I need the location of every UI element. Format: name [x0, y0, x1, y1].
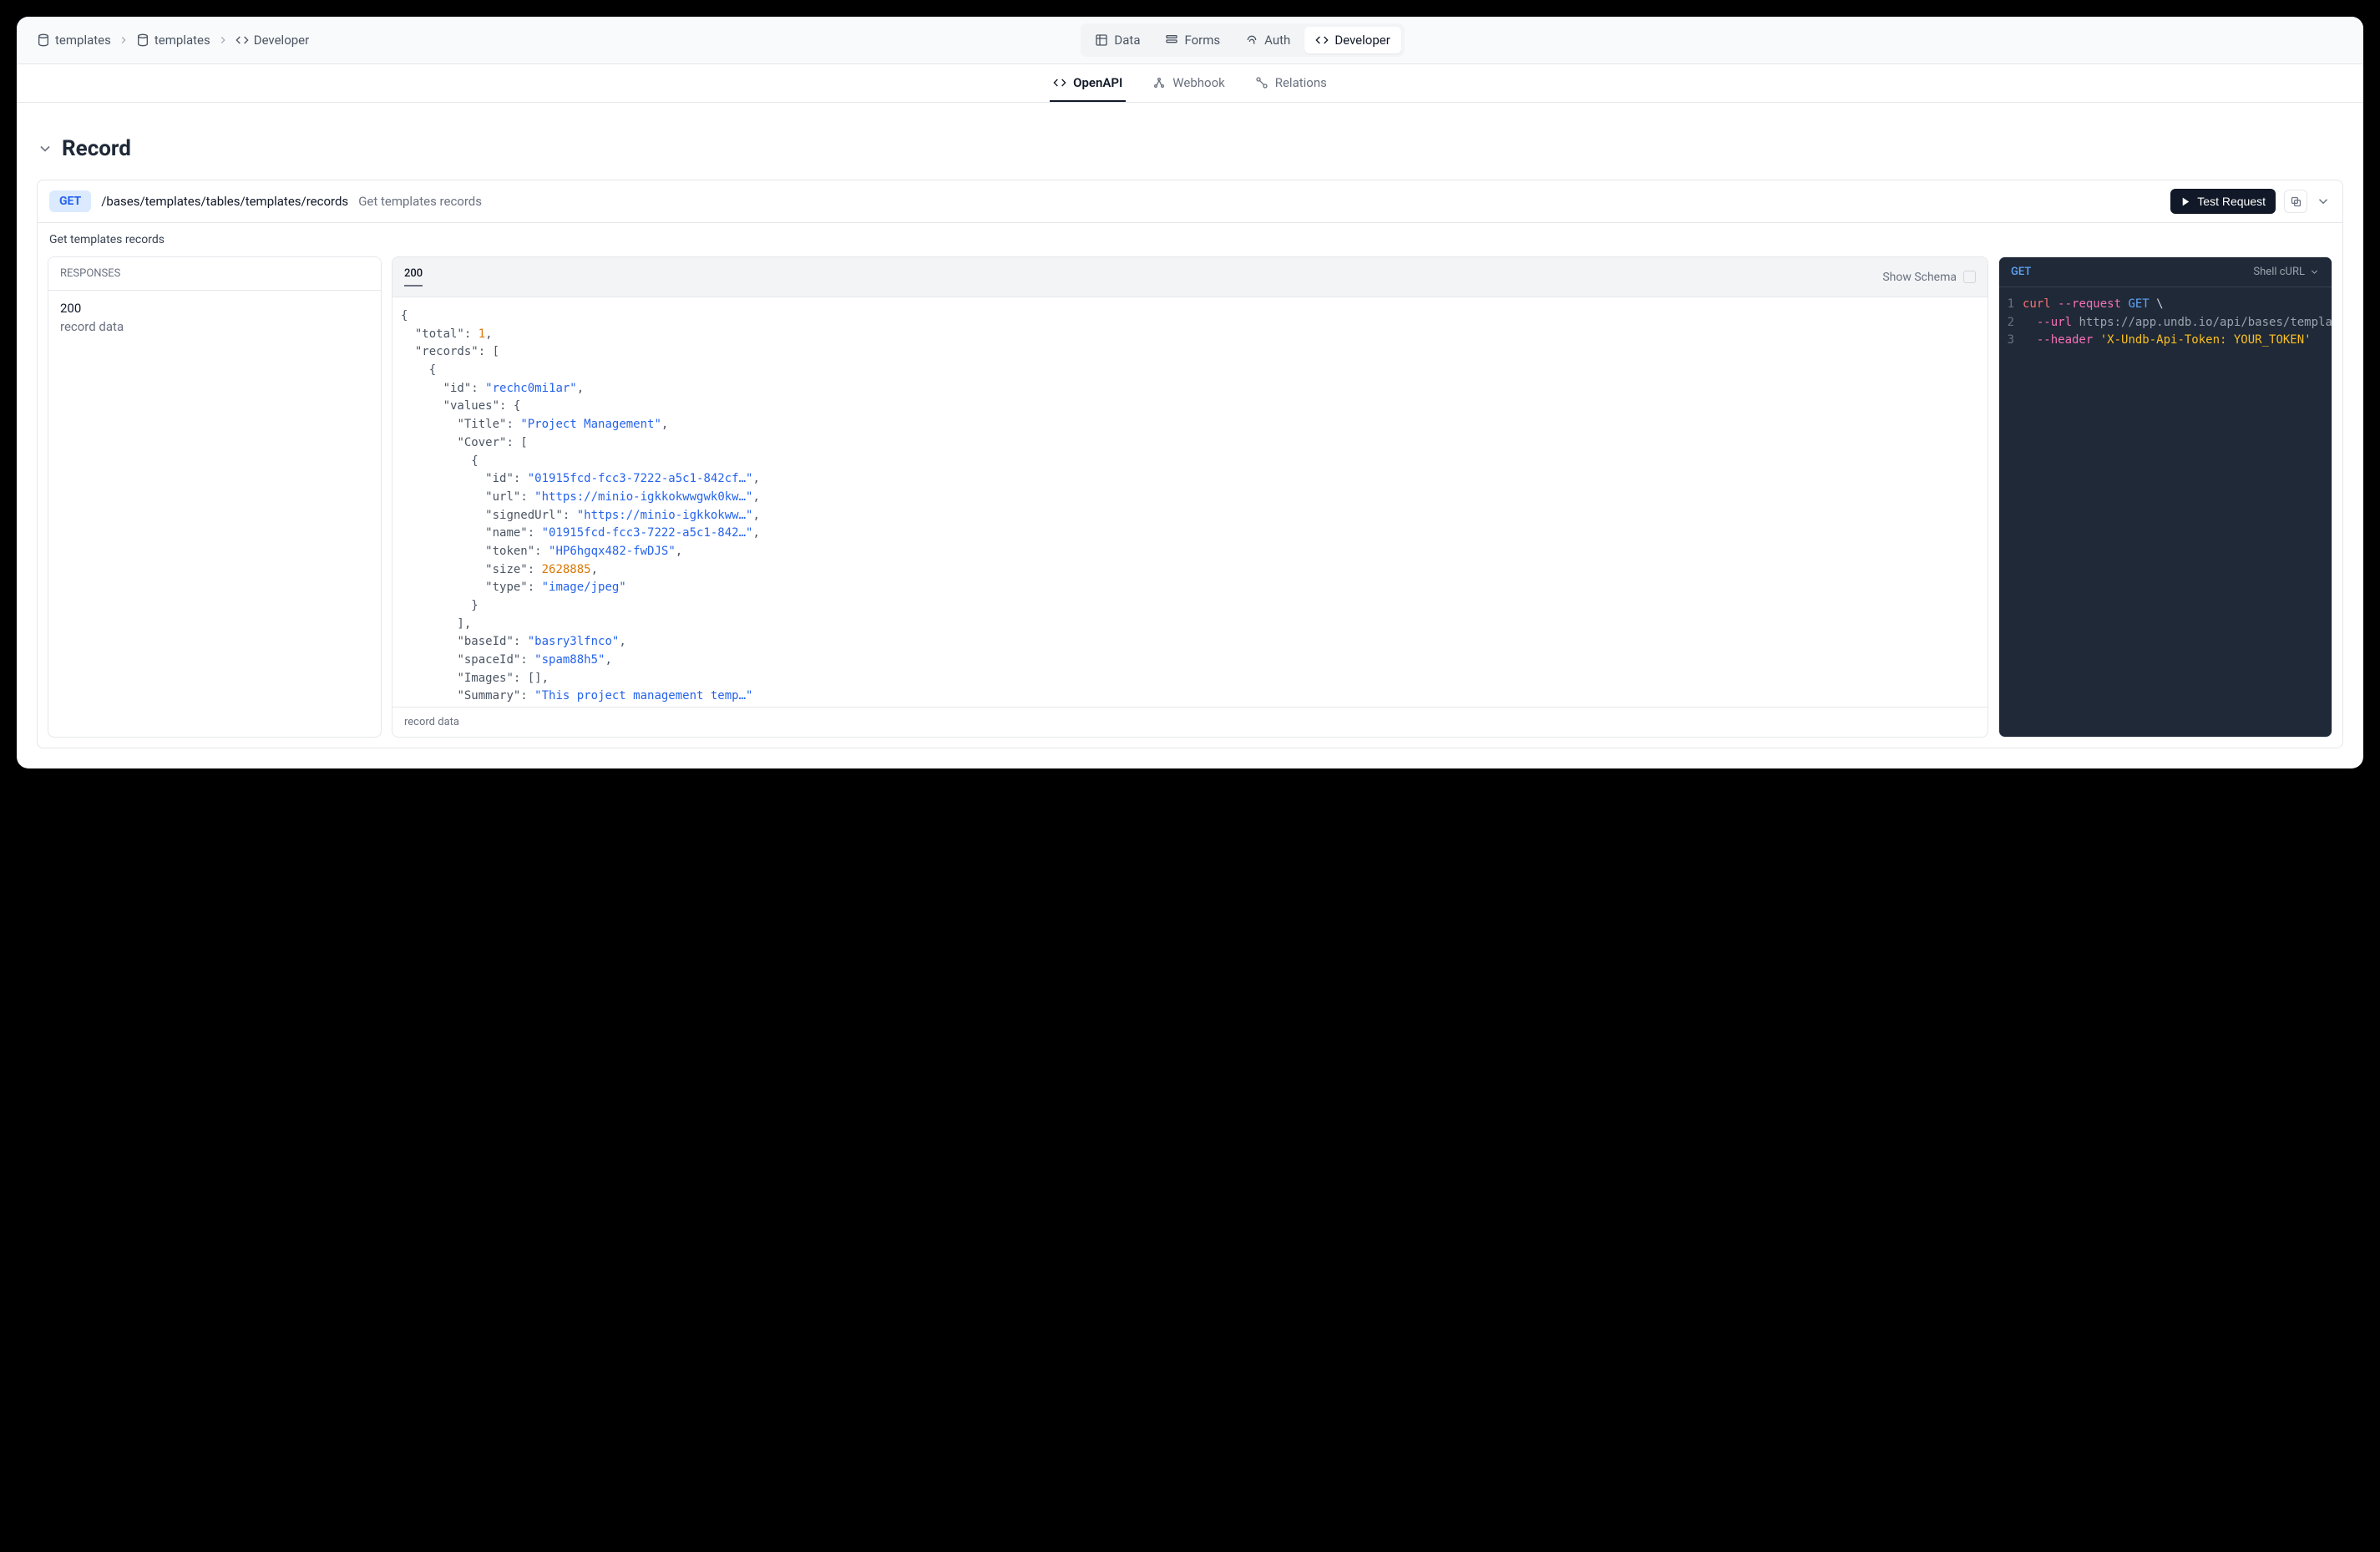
content: Record GET /bases/templates/tables/templ… — [17, 103, 2363, 768]
response-status: 200 — [60, 301, 369, 316]
subtab-label: Webhook — [1172, 75, 1224, 90]
webhook-icon — [1152, 76, 1166, 89]
code-icon — [235, 33, 249, 47]
breadcrumb-item-0[interactable]: templates — [37, 33, 111, 48]
test-request-button[interactable]: Test Request — [2170, 189, 2276, 214]
response-item[interactable]: 200 record data — [48, 291, 381, 344]
subtab-webhook[interactable]: Webhook — [1149, 64, 1228, 102]
code-panel: GET Shell cURL 1curl --request GET \ 2 -… — [1998, 256, 2332, 738]
topbar: templates templates Developer Data Forms — [17, 17, 2363, 64]
database-icon — [37, 33, 50, 47]
subtab-relations[interactable]: Relations — [1252, 64, 1330, 102]
http-method-badge: GET — [49, 190, 91, 212]
show-schema-toggle[interactable]: Show Schema — [1882, 271, 1976, 284]
chevron-right-icon — [217, 34, 229, 46]
example-panel: 200 Show Schema { "total": 1, "records":… — [392, 256, 1988, 738]
breadcrumb-label: templates — [154, 33, 210, 48]
chevron-down-icon — [37, 140, 53, 157]
responses-panel: RESPONSES 200 record data — [48, 256, 382, 738]
code-icon — [1315, 33, 1329, 47]
response-label: record data — [60, 319, 369, 334]
play-icon — [2180, 196, 2191, 207]
subtab-openapi[interactable]: OpenAPI — [1050, 64, 1126, 102]
subtab-label: OpenAPI — [1073, 75, 1122, 90]
app-window: templates templates Developer Data Forms — [17, 17, 2363, 768]
panels: RESPONSES 200 record data 200 Show Schem… — [38, 256, 2342, 748]
tab-auth[interactable]: Auth — [1234, 27, 1301, 53]
tab-label: Auth — [1264, 33, 1290, 48]
test-request-label: Test Request — [2197, 195, 2266, 208]
tab-label: Developer — [1334, 33, 1390, 48]
database-icon — [136, 33, 149, 47]
subtab-label: Relations — [1275, 75, 1327, 90]
code-icon — [1053, 76, 1066, 89]
collapse-toggle[interactable] — [2316, 194, 2331, 209]
chevron-down-icon — [2316, 194, 2331, 209]
forms-icon — [1165, 33, 1178, 47]
tab-developer[interactable]: Developer — [1304, 27, 1401, 53]
breadcrumb-item-1[interactable]: templates — [136, 33, 210, 48]
show-schema-label: Show Schema — [1882, 271, 1957, 284]
code-method: GET — [2011, 266, 2031, 278]
breadcrumb-label: templates — [55, 33, 111, 48]
example-tab[interactable]: 200 — [404, 267, 423, 287]
section-title[interactable]: Record — [37, 103, 2343, 180]
tab-label: Forms — [1184, 33, 1220, 48]
breadcrumb: templates templates Developer — [37, 33, 309, 48]
example-footer: record data — [392, 707, 1988, 737]
example-head: 200 Show Schema — [392, 257, 1988, 297]
example-json: { "total": 1, "records": [ { "id": "rech… — [392, 297, 1988, 707]
copy-button[interactable] — [2284, 190, 2307, 213]
top-nav: Data Forms Auth Developer — [1081, 23, 1404, 57]
breadcrumb-label: Developer — [254, 33, 310, 48]
subtabs: OpenAPI Webhook Relations — [17, 64, 2363, 103]
chevron-right-icon — [118, 34, 129, 46]
relations-icon — [1255, 76, 1268, 89]
copy-icon — [2290, 195, 2302, 208]
code-head: GET Shell cURL — [1999, 257, 2332, 287]
tab-label: Data — [1114, 33, 1140, 48]
endpoint-path: /bases/templates/tables/templates/record… — [101, 194, 348, 209]
lang-label: Shell cURL — [2253, 266, 2305, 278]
endpoint-header: GET /bases/templates/tables/templates/re… — [38, 180, 2342, 223]
section-title-text: Record — [62, 136, 131, 161]
code-body: 1curl --request GET \ 2 --url https://ap… — [1999, 287, 2332, 358]
tab-forms[interactable]: Forms — [1154, 27, 1231, 53]
checkbox[interactable] — [1963, 271, 1976, 283]
breadcrumb-item-2[interactable]: Developer — [235, 33, 310, 48]
lang-selector[interactable]: Shell cURL — [2253, 266, 2320, 278]
table-icon — [1095, 33, 1108, 47]
endpoint-card: GET /bases/templates/tables/templates/re… — [37, 180, 2343, 748]
endpoint-description: Get templates records — [38, 223, 2342, 256]
tab-data[interactable]: Data — [1084, 27, 1151, 53]
endpoint-title: Get templates records — [358, 194, 482, 209]
responses-heading: RESPONSES — [48, 257, 381, 291]
chevron-down-icon — [2309, 266, 2320, 277]
fingerprint-icon — [1245, 33, 1258, 47]
